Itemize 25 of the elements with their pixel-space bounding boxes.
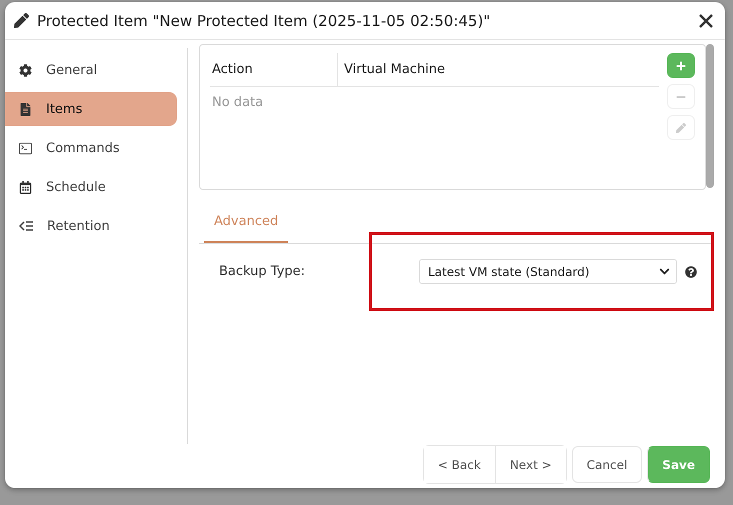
- window-title: Protected Item "New Protected Item (2025-11-05 02:50:45)": [37, 12, 492, 30]
- sidebar-item[interactable]: General: [5, 53, 177, 87]
- terminal-icon: [19, 142, 32, 154]
- sidebar-item[interactable]: Commands: [5, 131, 177, 165]
- column-header: Action: [210, 53, 338, 86]
- settings-icon: [19, 64, 32, 76]
- sidebar-item[interactable]: Items: [5, 92, 177, 126]
- scrollbar[interactable]: [706, 44, 714, 188]
- calendar-icon: [19, 180, 32, 194]
- sidebar-item[interactable]: Schedule: [5, 170, 177, 204]
- backup-type-select[interactable]: Latest VM state (Standard): [419, 259, 677, 284]
- document-icon: [19, 102, 32, 116]
- help-icon[interactable]: [685, 266, 697, 278]
- field-label: Backup Type:: [219, 264, 306, 279]
- chevron-icon: [659, 266, 670, 277]
- list-arrow-icon: [19, 220, 33, 232]
- sidebar-item[interactable]: Retention: [5, 209, 177, 243]
- cancel-button[interactable]: Cancel: [572, 446, 642, 483]
- pencil-icon: [676, 122, 686, 132]
- pencil-icon: [14, 13, 29, 28]
- empty-text: No data: [211, 94, 264, 112]
- plus-icon: [676, 60, 686, 70]
- add-button[interactable]: [667, 53, 695, 78]
- nav-button[interactable]: Next >: [494, 446, 566, 483]
- column-header: Virtual Machine: [343, 62, 446, 77]
